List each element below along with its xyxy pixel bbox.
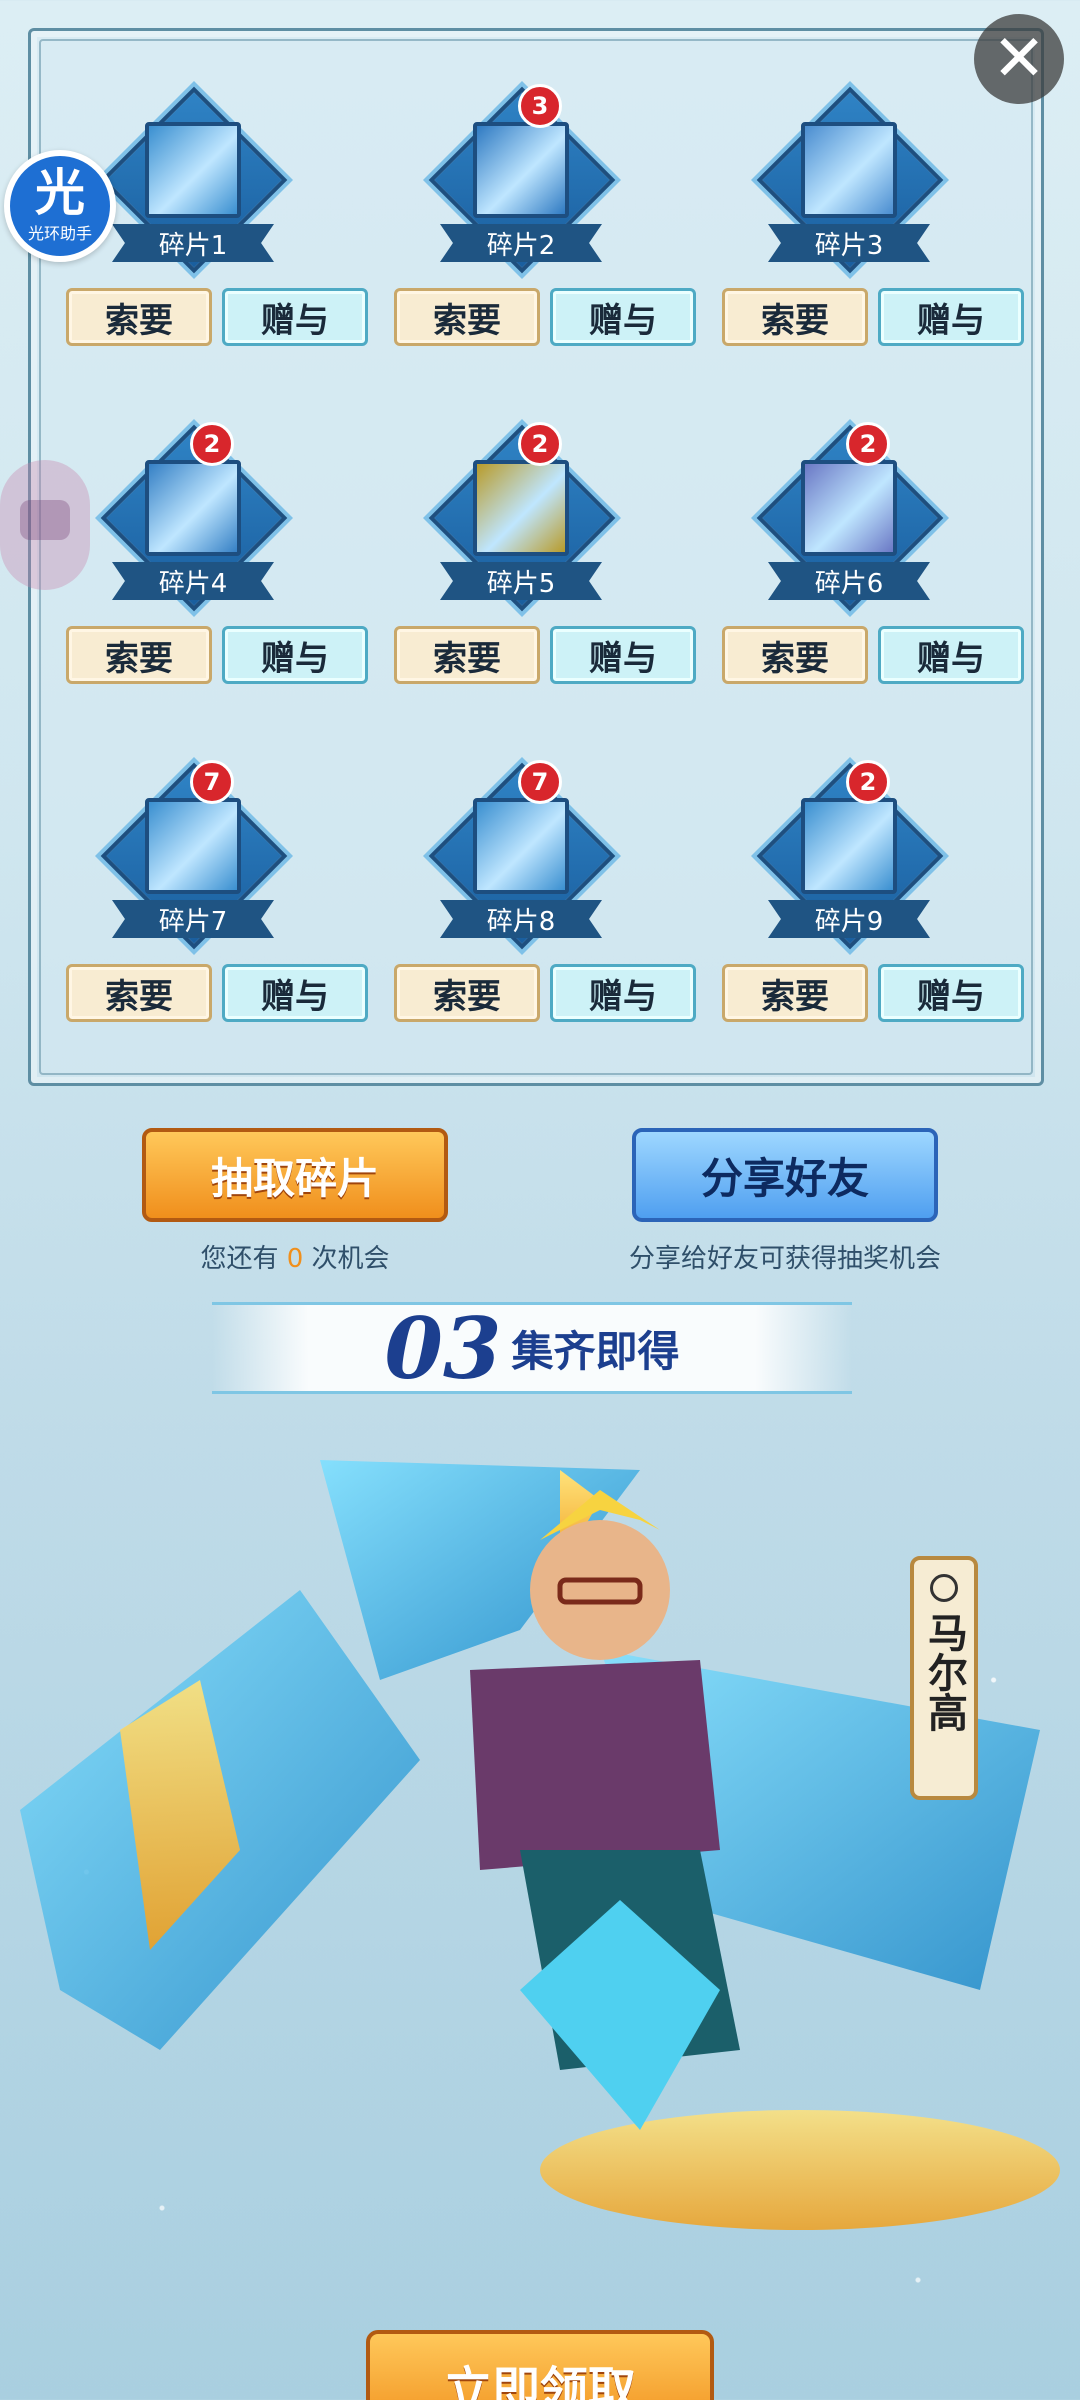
hero-name-tag: 马尔高 (910, 1556, 978, 1800)
helper-floating-button[interactable]: 光 光环助手 (4, 150, 116, 262)
fragment-card: 碎片2 3 索要 赠与 (366, 38, 696, 346)
hero-emblem-icon (930, 1574, 958, 1602)
fragment-grid: 碎片1 索要 赠与 碎片2 3 索要 赠与 碎片3 索要 赠与 碎片4 2 索要… (28, 28, 1044, 1086)
give-button[interactable]: 赠与 (550, 626, 696, 684)
fragment-image (801, 122, 897, 218)
ask-button[interactable]: 索要 (66, 288, 212, 346)
collect-banner: 03 集齐即得 (212, 1299, 852, 1398)
fragment-label: 碎片8 (440, 900, 602, 938)
fragment-image (145, 798, 241, 894)
fragment-card: 碎片3 索要 赠与 (694, 38, 1024, 346)
close-icon: ✕ (992, 22, 1046, 96)
fragment-count-badge: 7 (518, 760, 562, 804)
give-button[interactable]: 赠与 (222, 626, 368, 684)
fragment-label: 碎片9 (768, 900, 930, 938)
share-tip: 分享给好友可获得抽奖机会 (628, 1244, 941, 1274)
chance-count: 0 (286, 1244, 304, 1274)
give-button[interactable]: 赠与 (550, 964, 696, 1022)
fragment-count-badge: 2 (518, 422, 562, 466)
fragment-card: 碎片7 7 索要 赠与 (38, 714, 368, 1022)
fragment-label: 碎片3 (768, 224, 930, 262)
fragment-image (145, 122, 241, 218)
fragment-card: 碎片5 2 索要 赠与 (366, 376, 696, 684)
fragment-image (801, 798, 897, 894)
fragment-label: 碎片2 (440, 224, 602, 262)
fragment-label: 碎片5 (440, 562, 602, 600)
fragment-image (473, 798, 569, 894)
fragment-image (473, 122, 569, 218)
give-button[interactable]: 赠与 (878, 626, 1024, 684)
helper-badge-char: 光 (35, 164, 85, 222)
give-button[interactable]: 赠与 (222, 288, 368, 346)
collect-text: 集齐即得 (511, 1326, 680, 1376)
give-button[interactable]: 赠与 (550, 288, 696, 346)
helper-label: 光环助手 (27, 224, 92, 243)
draw-fragment-button[interactable]: 抽取碎片 (142, 1128, 448, 1222)
fragment-label: 碎片1 (112, 224, 274, 262)
ask-button[interactable]: 索要 (394, 964, 540, 1022)
ask-button[interactable]: 索要 (722, 288, 868, 346)
fragment-count-badge: 3 (518, 84, 562, 128)
fragment-label: 碎片7 (112, 900, 274, 938)
give-button[interactable]: 赠与 (222, 964, 368, 1022)
claim-button[interactable]: 立即领取 (366, 2330, 714, 2400)
fragment-count-badge: 2 (846, 760, 890, 804)
fragment-label: 碎片6 (768, 562, 930, 600)
fragment-count-badge: 7 (190, 760, 234, 804)
fragment-gem[interactable]: 碎片3 (754, 84, 944, 274)
ask-button[interactable]: 索要 (722, 964, 868, 1022)
give-button[interactable]: 赠与 (878, 288, 1024, 346)
fragment-count-badge: 2 (846, 422, 890, 466)
fragment-image (801, 460, 897, 556)
floating-mascot-icon[interactable] (0, 460, 90, 590)
fragment-image (473, 460, 569, 556)
chance-prefix: 您还有 (200, 1244, 279, 1274)
give-button[interactable]: 赠与 (878, 964, 1024, 1022)
ask-button[interactable]: 索要 (66, 964, 212, 1022)
fragment-count-badge: 2 (190, 422, 234, 466)
ask-button[interactable]: 索要 (394, 288, 540, 346)
chance-text: 您还有 0 次机会 (142, 1238, 448, 1275)
hero-name: 马尔高 (921, 1612, 968, 1732)
fragment-gem[interactable]: 碎片1 (98, 84, 288, 274)
fragment-card: 碎片6 2 索要 赠与 (694, 376, 1024, 684)
fragment-label: 碎片4 (112, 562, 274, 600)
ask-button[interactable]: 索要 (66, 626, 212, 684)
fragment-image (145, 460, 241, 556)
fragment-card: 碎片9 2 索要 赠与 (694, 714, 1024, 1022)
ask-button[interactable]: 索要 (722, 626, 868, 684)
fragment-card: 碎片8 7 索要 赠与 (366, 714, 696, 1022)
share-friend-button[interactable]: 分享好友 (632, 1128, 938, 1222)
ask-button[interactable]: 索要 (394, 626, 540, 684)
chance-suffix: 次机会 (311, 1244, 390, 1274)
collect-number: 03 (384, 1298, 502, 1398)
close-button[interactable]: ✕ (974, 14, 1064, 104)
